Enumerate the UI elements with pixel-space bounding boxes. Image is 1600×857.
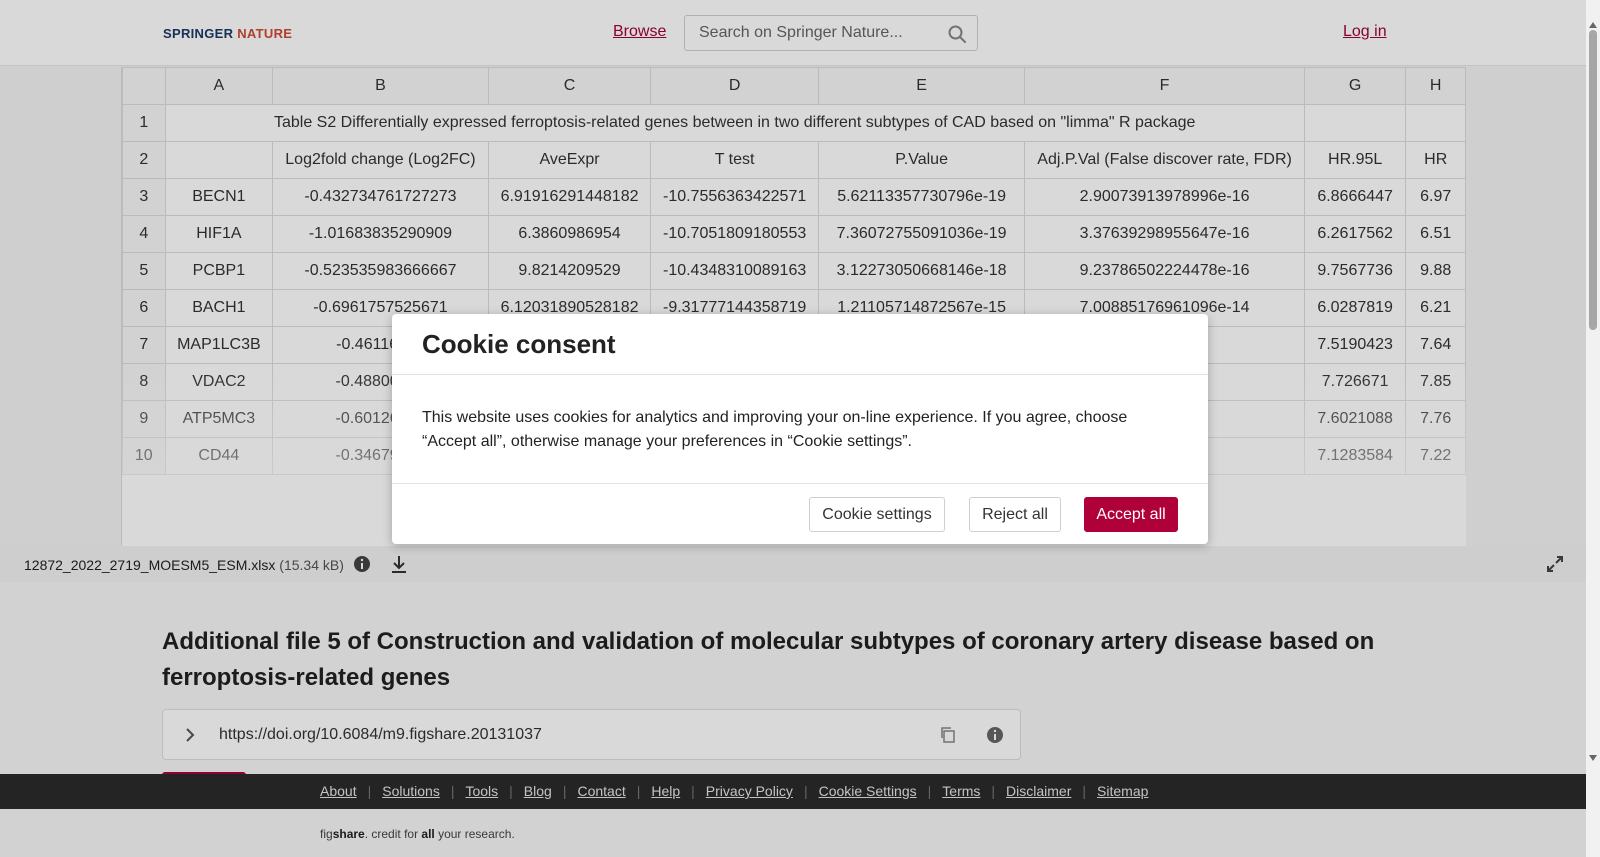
page-scroll-down-icon[interactable] [1589,755,1597,761]
page-scroll-thumb[interactable] [1589,30,1597,330]
cookie-settings-button[interactable]: Cookie settings [809,497,945,532]
page-scrollbar[interactable] [1586,0,1600,857]
cookie-dialog-title: Cookie consent [422,329,616,359]
cookie-dialog-text: This website uses cookies for analytics … [422,409,1128,450]
divider [392,483,1208,484]
page-scroll-up-icon[interactable] [1589,22,1597,28]
accept-all-button[interactable]: Accept all [1084,497,1178,532]
divider [392,374,1208,375]
reject-all-button[interactable]: Reject all [969,497,1061,532]
cookie-consent-dialog: Cookie consent This website uses cookies… [392,314,1208,544]
